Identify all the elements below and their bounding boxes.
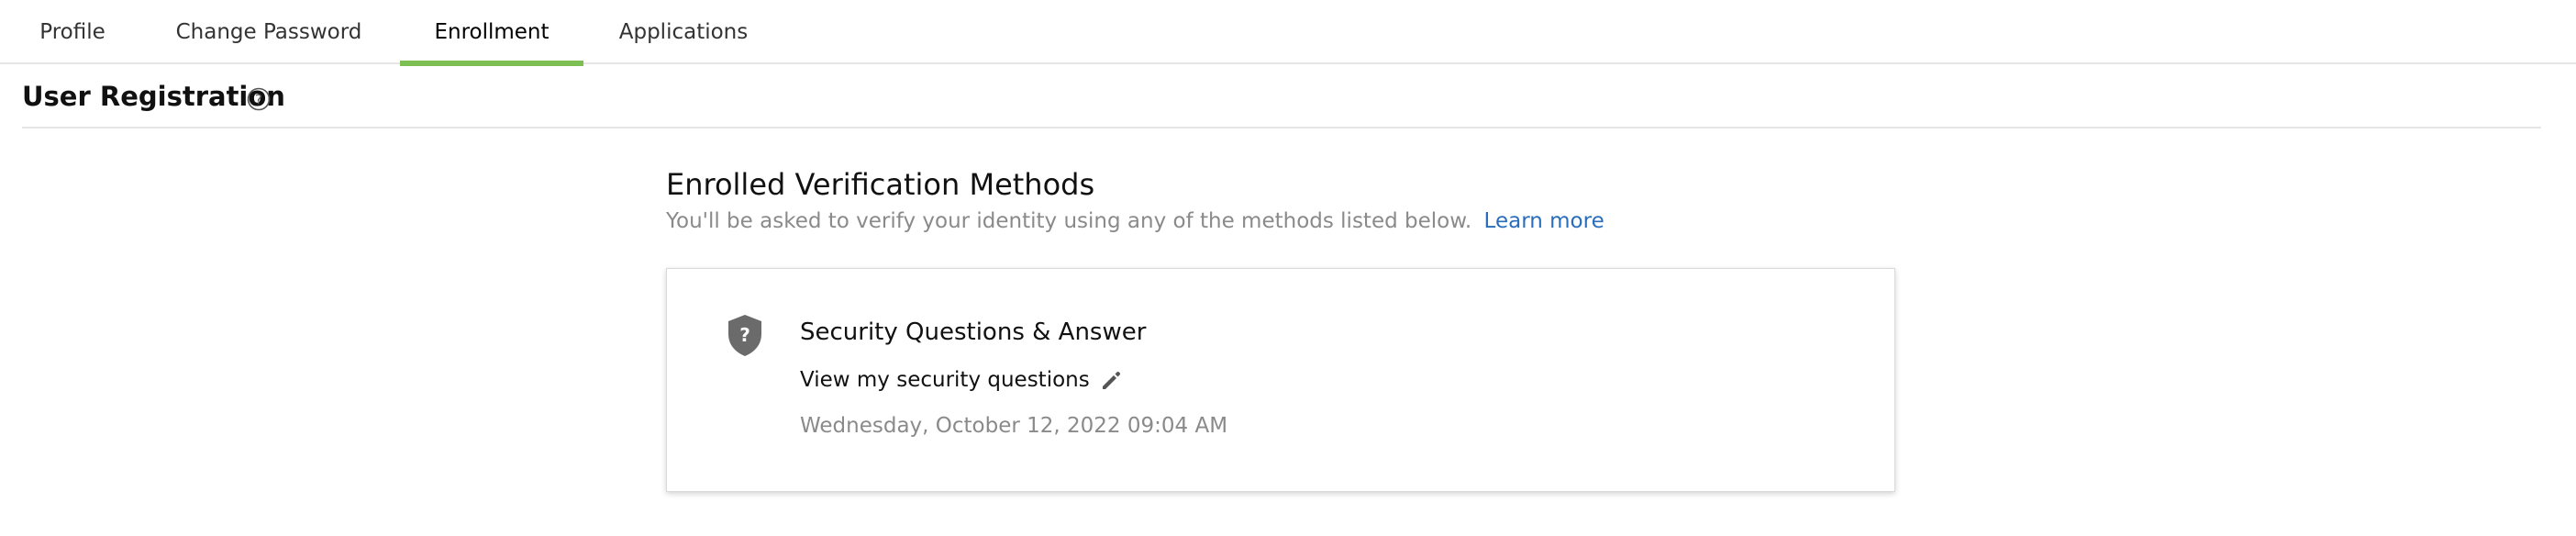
tab-applications[interactable]: Applications: [605, 0, 761, 64]
methods-description-text: You'll be asked to verify your identity …: [666, 209, 1472, 233]
learn-more-link[interactable]: Learn more: [1484, 209, 1604, 233]
view-security-questions-link[interactable]: View my security questions: [800, 368, 1090, 392]
tab-profile[interactable]: Profile: [18, 0, 127, 64]
page-title: User Registration: [22, 81, 285, 112]
enrollment-date: Wednesday, October 12, 2022 09:04 AM: [800, 414, 1228, 438]
tab-enrollment[interactable]: Enrollment: [400, 0, 583, 66]
security-questions-card: ? Security Questions & Answer View my se…: [666, 268, 1895, 492]
methods-description: You'll be asked to verify your identity …: [666, 209, 1604, 233]
svg-text:?: ?: [255, 92, 262, 108]
pencil-icon[interactable]: [1099, 368, 1123, 392]
shield-question-icon: ?: [728, 315, 761, 356]
methods-title: Enrolled Verification Methods: [666, 167, 1095, 202]
svg-text:?: ?: [739, 324, 750, 346]
question-circle-icon[interactable]: ?: [247, 87, 271, 111]
card-title: Security Questions & Answer: [800, 318, 1147, 346]
tab-bar: Profile Change Password Enrollment Appli…: [0, 0, 2576, 66]
tab-change-password[interactable]: Change Password: [158, 0, 380, 64]
section-header: User Registration ?: [22, 64, 2541, 128]
